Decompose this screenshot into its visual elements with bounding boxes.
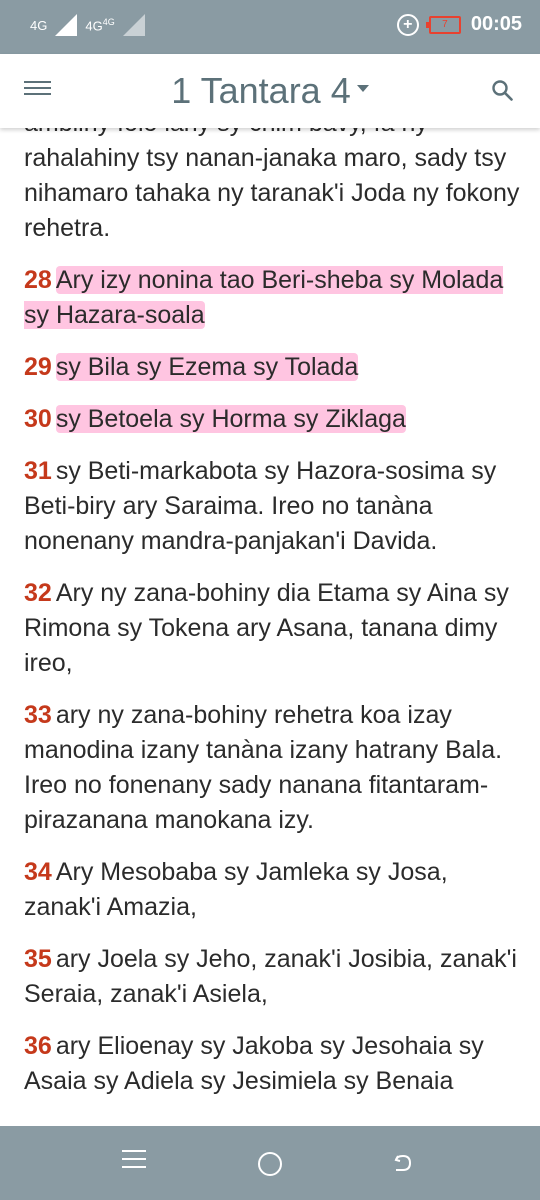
app-bar: 1 Tantara 4 [0,54,540,128]
status-bar: 4G 4G4G + 7 00:05 [0,0,540,54]
signal-no-service-icon [122,14,145,36]
verse-text[interactable]: Ary Mesobaba sy Jamleka sy Josa, zanak'i… [24,858,448,921]
data-saver-icon: + [396,13,419,36]
verse-29[interactable]: 29 sy Bila sy Ezema sy Tolada [24,350,524,385]
scripture-content[interactable]: ambiiny folo lany sy chim bavy, fa ny ra… [24,128,524,1126]
verse-number: 30 [24,405,52,433]
network-indicators: 4G 4G4G [30,14,145,36]
verse-number: 33 [24,701,52,729]
verse-36[interactable]: 36 ary Elioenay sy Jakoba sy Jesohaia sy … [24,1029,524,1099]
partial-top-line: ambiiny folo lany sy chim bavy, fa ny [24,128,524,141]
back-icon[interactable] [390,1150,416,1176]
chapter-title[interactable]: 1 Tantara 4 [171,70,350,112]
system-navigation-bar [0,1126,540,1200]
verse-number: 31 [24,457,52,485]
verse-list: 28 Ary izy nonina tao Beri-sheba sy Molad… [24,263,524,1099]
verse-text[interactable]: Ary ny zana-bohiny dia Etama sy Aina sy … [24,579,509,677]
clock: 00:05 [470,13,522,35]
verse-text[interactable]: ary Elioenay sy Jakoba sy Jesohaia sy As… [24,1032,484,1095]
network-label-2: 4G4G [85,16,115,34]
verse-text[interactable]: ary Joela sy Jeho, zanak'i Josibia, zana… [24,945,517,1008]
verse-number: 29 [24,353,52,381]
home-icon[interactable] [258,1152,282,1176]
battery-icon: 7 [425,15,461,34]
verse-number: 34 [24,858,52,886]
verse-number: 36 [24,1032,52,1060]
caret-down-icon[interactable] [356,84,369,92]
verse-33[interactable]: 33 ary ny zana-bohiny rehetra koa izay ma… [24,698,524,838]
verse-31[interactable]: 31 sy Beti-markabota sy Hazora-sosima sy … [24,454,524,559]
verse-number: 35 [24,945,52,973]
status-right: + 7 00:05 [396,13,522,36]
verse-32[interactable]: 32 Ary ny zana-bohiny dia Etama sy Aina s… [24,576,524,681]
highlighted-verse-text[interactable]: Ary izy nonina tao Beri-sheba sy Molada … [24,266,504,329]
verse-35[interactable]: 35 ary Joela sy Jeho, zanak'i Josibia, za… [24,942,524,1012]
search-icon[interactable] [490,78,514,102]
verse-number: 32 [24,579,52,607]
signal-icon [55,14,78,36]
verse-28[interactable]: 28 Ary izy nonina tao Beri-sheba sy Molad… [24,263,524,333]
highlighted-verse-text[interactable]: sy Betoela sy Horma sy Ziklaga [55,405,406,433]
chapter-selector[interactable]: 1 Tantara 4 [0,70,540,112]
recents-icon[interactable] [122,1150,148,1176]
verse-text[interactable]: ary ny zana-bohiny rehetra koa izay mano… [24,701,502,834]
verse-continuation[interactable]: rahalahiny tsy nanan-janaka maro, sady t… [24,141,524,246]
verse-text[interactable]: sy Beti-markabota sy Hazora-sosima sy Be… [24,457,496,555]
network-label-1: 4G [30,17,48,33]
verse-30[interactable]: 30 sy Betoela sy Horma sy Ziklaga [24,402,524,437]
highlighted-verse-text[interactable]: sy Bila sy Ezema sy Tolada [55,353,359,381]
verse-34[interactable]: 34 Ary Mesobaba sy Jamleka sy Josa, zanak… [24,855,524,925]
verse-number: 28 [24,266,52,294]
